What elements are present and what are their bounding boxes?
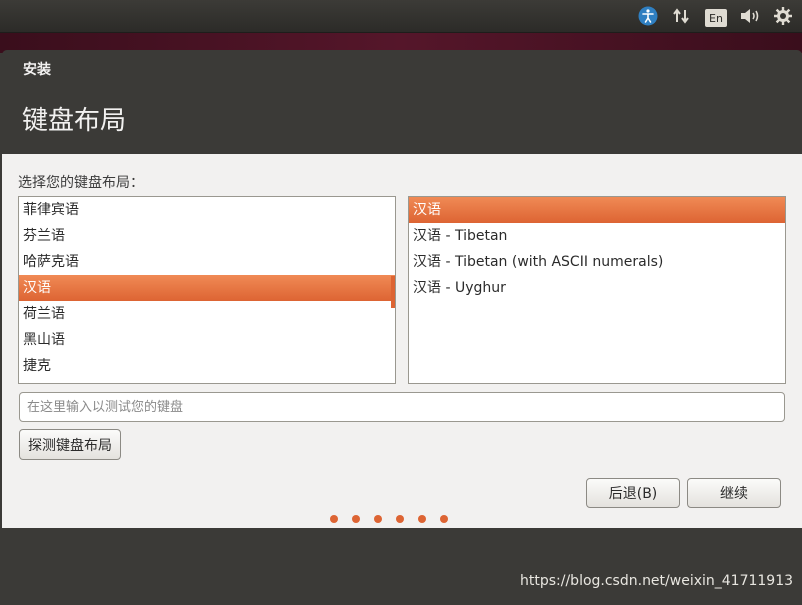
progress-dot bbox=[352, 515, 360, 523]
keyboard-test-input[interactable] bbox=[19, 392, 785, 422]
progress-dots bbox=[330, 515, 470, 523]
progress-dot bbox=[418, 515, 426, 523]
language-list-item-selected[interactable]: 汉语 bbox=[19, 275, 395, 301]
progress-dot bbox=[396, 515, 404, 523]
variant-list-item[interactable]: 汉语 - Tibetan (with ASCII numerals) bbox=[409, 249, 785, 275]
progress-dot bbox=[374, 515, 382, 523]
keyboard-indicator[interactable]: En bbox=[705, 9, 727, 27]
variant-list-item[interactable]: 汉语 - Uyghur bbox=[409, 275, 785, 301]
network-icon[interactable] bbox=[671, 6, 691, 26]
watermark-text: https://blog.csdn.net/weixin_41711913 bbox=[520, 573, 794, 589]
variant-list[interactable]: 汉语 汉语 - Tibetan 汉语 - Tibetan (with ASCII… bbox=[408, 196, 786, 384]
progress-dot bbox=[330, 515, 338, 523]
language-list-item[interactable]: 菲律宾语 bbox=[19, 197, 395, 223]
volume-icon[interactable] bbox=[738, 6, 762, 26]
variant-list-item-selected[interactable]: 汉语 bbox=[409, 197, 785, 223]
layout-prompt-label: 选择您的键盘布局： bbox=[18, 175, 144, 191]
language-list-item[interactable]: 荷兰语 bbox=[19, 301, 395, 327]
language-list-item[interactable]: 捷克 bbox=[19, 353, 395, 379]
language-list-item[interactable]: 芬兰语 bbox=[19, 223, 395, 249]
detect-layout-button[interactable]: 探测键盘布局 bbox=[19, 429, 121, 460]
progress-dot-current bbox=[462, 515, 470, 523]
progress-dot bbox=[440, 515, 448, 523]
language-list-item[interactable]: 哈萨克语 bbox=[19, 249, 395, 275]
top-panel: En bbox=[0, 0, 802, 33]
gear-icon[interactable] bbox=[772, 6, 794, 26]
window-title: 安装 bbox=[23, 62, 51, 78]
content-area: 选择您的键盘布局： 菲律宾语 芬兰语 哈萨克语 汉语 荷兰语 黑山语 捷克 汉语… bbox=[2, 154, 802, 528]
variant-list-item[interactable]: 汉语 - Tibetan bbox=[409, 223, 785, 249]
language-list[interactable]: 菲律宾语 芬兰语 哈萨克语 汉语 荷兰语 黑山语 捷克 bbox=[18, 196, 396, 384]
accessibility-icon[interactable] bbox=[637, 6, 659, 26]
back-button[interactable]: 后退(B) bbox=[586, 478, 680, 508]
page-title: 键盘布局 bbox=[22, 106, 127, 136]
language-list-scrollbar[interactable] bbox=[391, 276, 395, 308]
language-list-item[interactable]: 黑山语 bbox=[19, 327, 395, 353]
continue-button[interactable]: 继续 bbox=[687, 478, 781, 508]
